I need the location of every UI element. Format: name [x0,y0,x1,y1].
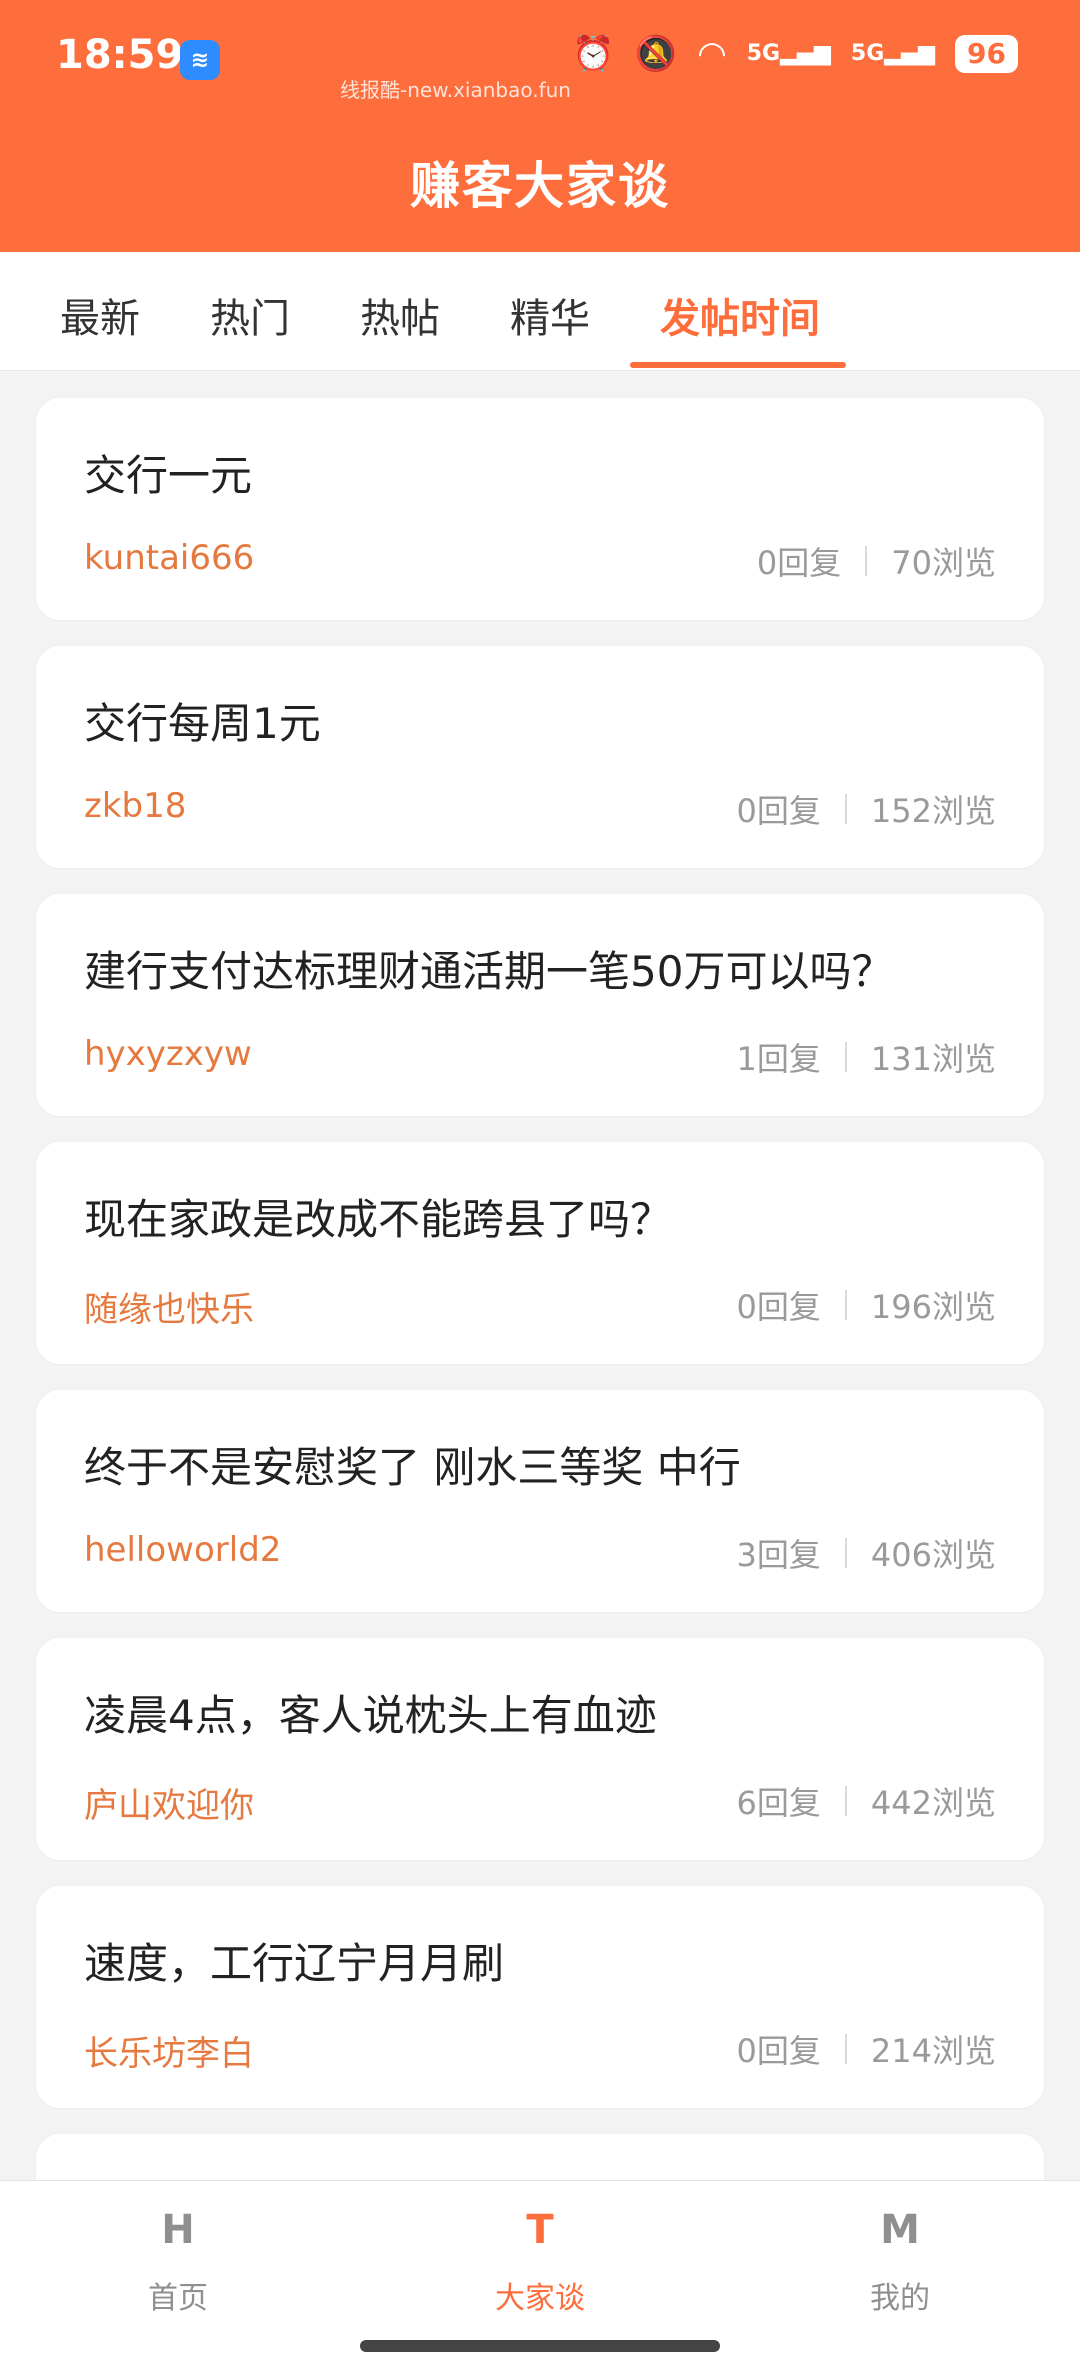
post-author[interactable]: hyxyzxyw [84,1034,252,1074]
view-count: 70浏览 [891,544,996,582]
post-card[interactable]: 凌晨4点，客人说枕头上有血迹 庐山欢迎你 6回复 442浏览 [36,1638,1044,1860]
view-count: 152浏览 [870,792,996,830]
post-card[interactable]: 速度，工行辽宁月月刷 长乐坊李白 0回复 214浏览 [36,1886,1044,2108]
post-meta: 0回复 196浏览 [737,1282,996,1328]
page-title: 赚客大家谈 [410,157,670,215]
post-meta: 1回复 131浏览 [737,1034,996,1080]
mute-icon: 🔕 [634,34,678,74]
tab-essence[interactable]: 精华 [510,286,590,344]
post-title: 交行每周1元 [84,699,321,748]
status-time: 18:59 [56,32,184,78]
nav-label: 大家谈 [495,2281,585,2316]
alarm-icon: ⏰ [572,34,615,74]
status-icons: ⏰ 🔕 ◠ 5G▂▄▆ 5G▂▄▆ 96 [572,34,1018,74]
tab-bar: 最新 热门 热帖 精华 发帖时间 [0,252,1080,371]
wifi-icon: ◠ [697,34,727,74]
post-meta: 0回复 214浏览 [737,2026,996,2072]
tab-latest[interactable]: 最新 [60,286,140,344]
view-count: 442浏览 [870,1784,996,1822]
post-title: 现在家政是改成不能跨县了吗？ [84,1195,673,1244]
nav-label: 首页 [148,2281,208,2316]
tab-popular[interactable]: 热门 [210,286,290,344]
tab-hot-posts[interactable]: 热帖 [360,286,440,344]
reply-count: 0回复 [736,2032,821,2070]
reply-count: 1回复 [736,1040,821,1078]
meta-divider [844,2034,847,2064]
post-title: 交行一元 [84,451,253,500]
reply-count: 6回复 [736,1784,821,1822]
post-title: 建行支付达标理财通活期一笔50万可以吗？ [84,947,894,996]
app-header: 18:59 ≋ 线报酷-new.xianbao.fun ⏰ 🔕 ◠ 5G▂▄▆ … [0,0,1080,252]
post-meta: 0回复 70浏览 [757,538,996,584]
post-card[interactable]: 交行每周1元 zkb18 0回复 152浏览 [36,646,1044,868]
meta-divider [844,794,847,824]
nav-label: 我的 [870,2281,930,2316]
forum-icon: T [526,2207,554,2253]
meta-divider [844,1538,847,1568]
reply-count: 0回复 [736,792,821,830]
meta-divider [865,546,868,576]
view-count: 196浏览 [870,1288,996,1326]
meta-divider [844,1290,847,1320]
tab-post-time[interactable]: 发帖时间 [660,286,820,344]
post-title: 速度，工行辽宁月月刷 [84,1939,505,1988]
watermark: 线报酷-new.xianbao.fun [340,78,571,102]
reply-count: 0回复 [736,1288,821,1326]
view-count: 131浏览 [870,1040,996,1078]
post-title: 凌晨4点，客人说枕头上有血迹 [84,1691,657,1740]
nav-forum[interactable]: T 大家谈 [440,2207,640,2317]
post-card[interactable]: 现在家政是改成不能跨县了吗？ 随缘也快乐 0回复 196浏览 [36,1142,1044,1364]
post-card[interactable]: 交行一元 kuntai666 0回复 70浏览 [36,398,1044,620]
post-list: 交行一元 kuntai666 0回复 70浏览 交行每周1元 zkb18 0回复… [36,398,1044,2254]
post-meta: 3回复 406浏览 [737,1530,996,1576]
post-author[interactable]: kuntai666 [84,538,254,578]
post-author[interactable]: zkb18 [84,786,186,826]
active-tab-indicator [630,362,846,368]
battery-icon: 96 [955,35,1018,73]
nav-mine[interactable]: M 我的 [800,2207,1000,2317]
post-card[interactable]: 建行支付达标理财通活期一笔50万可以吗？ hyxyzxyw 1回复 131浏览 [36,894,1044,1116]
view-count: 214浏览 [870,2032,996,2070]
post-meta: 6回复 442浏览 [737,1778,996,1824]
meta-divider [844,1042,847,1072]
nav-home[interactable]: H 首页 [78,2207,278,2317]
post-meta: 0回复 152浏览 [737,786,996,832]
post-author[interactable]: 长乐坊李白 [84,2026,254,2075]
post-author[interactable]: 庐山欢迎你 [84,1778,254,1827]
home-icon: H [161,2207,195,2253]
view-count: 406浏览 [870,1536,996,1574]
signal-icon-1: 5G▂▄▆ [746,41,831,66]
post-author[interactable]: 随缘也快乐 [84,1282,254,1331]
post-card[interactable]: 终于不是安慰奖了 刚水三等奖 中行 helloworld2 3回复 406浏览 [36,1390,1044,1612]
reply-count: 0回复 [756,544,842,582]
signal-icon-2: 5G▂▄▆ [850,41,936,66]
reply-count: 3回复 [736,1536,821,1574]
post-author[interactable]: helloworld2 [84,1530,281,1570]
app-notification-icon: ≋ [180,40,220,80]
meta-divider [844,1786,847,1816]
profile-icon: M [880,2207,920,2253]
home-indicator[interactable] [360,2340,720,2352]
post-title: 终于不是安慰奖了 刚水三等奖 中行 [84,1443,741,1492]
